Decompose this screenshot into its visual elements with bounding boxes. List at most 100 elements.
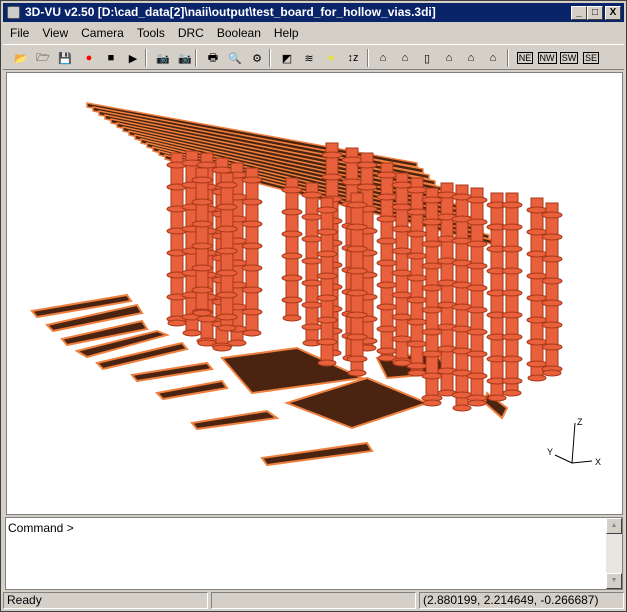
- via-pad: [356, 161, 378, 169]
- via-pad: [501, 223, 523, 231]
- view-se-button[interactable]: SE: [581, 49, 601, 67]
- via-pad: [241, 220, 263, 228]
- via-pad: [376, 193, 398, 201]
- via-pad: [316, 250, 338, 258]
- play-button[interactable]: ▶: [123, 49, 143, 67]
- print-button[interactable]: 🖶: [203, 49, 223, 67]
- z-scale-button[interactable]: ↕z: [343, 49, 363, 67]
- color-button[interactable]: ◩: [277, 49, 297, 67]
- via-pad: [526, 272, 548, 280]
- camera-delete-button[interactable]: 📷: [175, 49, 195, 67]
- via-pad: [376, 303, 398, 311]
- view-3-button[interactable]: ▯: [417, 49, 437, 67]
- via-pad: [466, 240, 488, 248]
- window-title: 3D-VU v2.50 [D:\cad_data[2]\naii\output\…: [25, 5, 436, 19]
- via-pad: [217, 324, 237, 332]
- via-pad: [466, 218, 488, 226]
- menu-tools[interactable]: Tools: [130, 24, 171, 42]
- via-pad: [541, 321, 563, 329]
- view-2-button[interactable]: ⌂: [395, 49, 415, 67]
- view-nw-button[interactable]: NW: [537, 49, 557, 67]
- camera-button[interactable]: 📷: [153, 49, 173, 67]
- via-pad: [321, 151, 343, 159]
- open-multiple-button[interactable]: 🗁: [33, 49, 53, 67]
- y-axis: [554, 454, 573, 464]
- via-pad: [406, 252, 428, 260]
- view-sw-button[interactable]: SW: [559, 49, 579, 67]
- x-axis: [571, 460, 593, 464]
- via-pad: [301, 301, 323, 309]
- via-pad: [406, 362, 428, 370]
- via-pad: [281, 296, 303, 304]
- via-pad: [346, 201, 368, 209]
- via-pad: [301, 213, 323, 221]
- via-pad: [182, 329, 202, 337]
- print-setup-button[interactable]: ⚙: [247, 49, 267, 67]
- minimize-button[interactable]: _: [571, 6, 587, 20]
- print-preview-button[interactable]: 🔍: [225, 49, 245, 67]
- close-button[interactable]: X: [605, 6, 621, 20]
- view-ne-icon: NE: [516, 52, 534, 64]
- record-button[interactable]: ●: [79, 49, 99, 67]
- view-5-button[interactable]: ⌂: [461, 49, 481, 67]
- via-pad: [281, 186, 303, 194]
- view-ne-button[interactable]: NE: [515, 49, 535, 67]
- via-pad: [502, 389, 522, 397]
- via-pad: [466, 328, 488, 336]
- view-se-icon: SE: [582, 52, 599, 64]
- view-4-button[interactable]: ⌂: [439, 49, 459, 67]
- title-bar: 3D-VU v2.50 [D:\cad_data[2]\naii\output\…: [3, 3, 624, 22]
- save-button[interactable]: 💾: [55, 49, 75, 67]
- menu-boolean[interactable]: Boolean: [210, 24, 267, 42]
- via-pad: [391, 203, 413, 211]
- via-pad: [376, 237, 398, 245]
- open-folder-button[interactable]: 📂: [11, 49, 31, 67]
- via-pad: [501, 201, 523, 209]
- menu-camera[interactable]: Camera: [74, 24, 130, 42]
- camera-icon: 📷: [156, 52, 170, 65]
- via-pad: [241, 198, 263, 206]
- via-pad: [376, 281, 398, 289]
- view-1-button[interactable]: ⌂: [373, 49, 393, 67]
- via-pad: [501, 245, 523, 253]
- maximize-button[interactable]: □: [587, 6, 603, 20]
- via-pad: [346, 333, 368, 341]
- 3d-viewport[interactable]: Z X Y: [6, 72, 623, 515]
- record-icon: ●: [85, 52, 93, 64]
- view-6-button[interactable]: ⌂: [483, 49, 503, 67]
- light-button[interactable]: ✶: [321, 49, 341, 67]
- via-pad: [301, 235, 323, 243]
- via-pad: [421, 240, 443, 248]
- via-pad: [242, 329, 262, 337]
- via-pad: [196, 315, 218, 323]
- via-pad: [216, 181, 238, 189]
- view-6-icon: ⌂: [489, 52, 497, 64]
- via-pad: [421, 372, 443, 380]
- menu-file[interactable]: File: [3, 24, 35, 42]
- via-pad: [316, 272, 338, 280]
- via-pad: [466, 372, 488, 380]
- print-preview-icon: 🔍: [228, 52, 242, 65]
- command-panel[interactable]: Command > ▲ ▼: [5, 517, 623, 590]
- via-pad: [526, 206, 548, 214]
- menu-drc[interactable]: DRC: [171, 24, 210, 42]
- toolbar: 📂 🗁 💾 ● ■ ▶ 📷 📷 🖶 🔍 ⚙ ◩ ≋ ✶ ↕z ⌂ ⌂ ▯ ⌂ ⌂ ⌂ NE NW SW SE: [3, 44, 624, 70]
- via-pad: [391, 291, 413, 299]
- view-2-icon: ⌂: [401, 52, 409, 64]
- menu-help[interactable]: Help: [267, 24, 305, 42]
- z-axis-label: Z: [577, 417, 583, 427]
- via-pad: [216, 291, 238, 299]
- scroll-up-button[interactable]: ▲: [606, 518, 622, 534]
- menu-view[interactable]: View: [35, 24, 74, 42]
- stop-button[interactable]: ■: [101, 49, 121, 67]
- command-scrollbar[interactable]: ▲ ▼: [606, 518, 622, 589]
- via-pad: [216, 203, 238, 211]
- via-pad: [406, 230, 428, 238]
- via-pad: [421, 350, 443, 358]
- layers-button[interactable]: ≋: [299, 49, 319, 67]
- via-pad: [467, 399, 487, 407]
- via-pad: [526, 360, 548, 368]
- board-3d-scene[interactable]: Z X Y: [7, 73, 622, 514]
- via-pad: [501, 377, 523, 385]
- scroll-down-button[interactable]: ▼: [606, 573, 622, 589]
